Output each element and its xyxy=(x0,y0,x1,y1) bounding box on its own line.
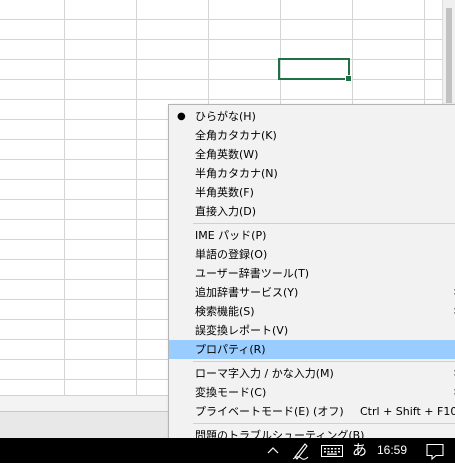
radio-bullet-icon: ● xyxy=(177,111,186,122)
menu-item-hankaku-katakana[interactable]: 半角カタカナ(N) xyxy=(169,164,455,183)
menu-separator xyxy=(193,361,455,362)
menu-item-zenkaku-katakana[interactable]: 全角カタカナ(K) xyxy=(169,126,455,145)
menu-item-label: 変換モード(C) xyxy=(195,386,267,399)
menu-item-label: 検索機能(S) xyxy=(195,305,255,318)
selected-cell[interactable] xyxy=(278,58,352,82)
menu-item-user-dictionary[interactable]: ユーザー辞書ツール(T) xyxy=(169,264,455,283)
menu-item-search[interactable]: 検索機能(S) > xyxy=(169,302,455,321)
ime-mode-indicator[interactable]: あ xyxy=(352,438,367,463)
menu-item-label: プライベートモード(E) (オフ) xyxy=(195,405,344,418)
notification-icon[interactable] xyxy=(424,438,446,463)
menu-item-conversion-report[interactable]: 誤変換レポート(V) xyxy=(169,321,455,340)
scrollbar-thumb[interactable] xyxy=(446,8,452,103)
menu-item-label: IME パッド(P) xyxy=(195,229,267,242)
menu-item-label: ひらがな(H) xyxy=(195,110,256,123)
menu-item-ime-pad[interactable]: IME パッド(P) xyxy=(169,226,455,245)
menu-separator xyxy=(193,223,455,224)
menu-item-properties[interactable]: プロパティ(R) xyxy=(169,340,455,359)
menu-item-label: 追加辞書サービス(Y) xyxy=(195,286,299,299)
menu-item-direct-input[interactable]: 直接入力(D) xyxy=(169,202,455,221)
menu-item-label: プロパティ(R) xyxy=(195,343,266,356)
menu-item-hankaku-eisu[interactable]: 半角英数(F) xyxy=(169,183,455,202)
taskbar: あ 16:59 xyxy=(0,438,455,463)
keyboard-icon[interactable] xyxy=(320,438,344,463)
menu-item-label: 半角英数(F) xyxy=(195,186,254,199)
menu-separator xyxy=(193,423,455,424)
menu-item-label: ユーザー辞書ツール(T) xyxy=(195,267,310,280)
menu-item-label: 半角カタカナ(N) xyxy=(195,167,278,180)
menu-item-private-mode[interactable]: プライベートモード(E) (オフ) Ctrl + Shift + F10 xyxy=(169,402,455,421)
menu-item-label: 直接入力(D) xyxy=(195,205,257,218)
menu-item-additional-dictionary[interactable]: 追加辞書サービス(Y) > xyxy=(169,283,455,302)
menu-item-hiragana[interactable]: ● ひらがな(H) xyxy=(169,107,455,126)
menu-item-zenkaku-eisu[interactable]: 全角英数(W) xyxy=(169,145,455,164)
menu-item-shortcut: Ctrl + Shift + F10 xyxy=(360,405,455,418)
menu-item-romaji-kana[interactable]: ローマ字入力 / かな入力(M) > xyxy=(169,364,455,383)
pen-icon[interactable] xyxy=(290,438,312,463)
menu-item-label: 単語の登録(O) xyxy=(195,248,268,261)
chevron-up-icon[interactable] xyxy=(266,438,280,463)
menu-item-conversion-mode[interactable]: 変換モード(C) > xyxy=(169,383,455,402)
ime-context-menu: ● ひらがな(H) 全角カタカナ(K) 全角英数(W) 半角カタカナ(N) 半角… xyxy=(168,104,455,442)
menu-item-label: 全角カタカナ(K) xyxy=(195,129,277,142)
menu-item-label: ローマ字入力 / かな入力(M) xyxy=(195,367,334,380)
menu-item-label: 全角英数(W) xyxy=(195,148,259,161)
menu-item-word-register[interactable]: 単語の登録(O) xyxy=(169,245,455,264)
menu-item-label: 誤変換レポート(V) xyxy=(195,324,289,337)
taskbar-clock[interactable]: 16:59 xyxy=(377,438,407,463)
